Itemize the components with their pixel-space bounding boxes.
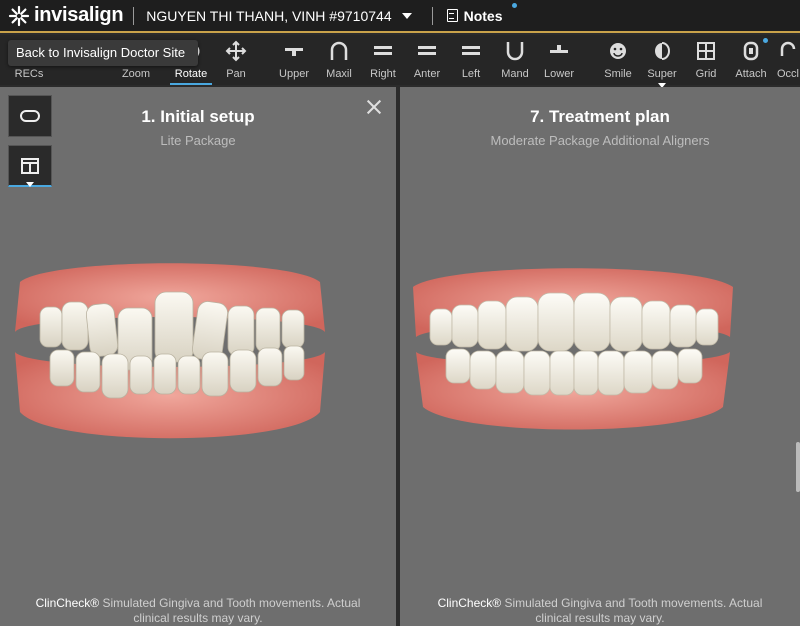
super-icon bbox=[651, 41, 673, 61]
disclaimer-text: Simulated Gingiva and Tooth movements. A… bbox=[99, 596, 361, 625]
lower-icon bbox=[548, 41, 570, 61]
tool-attach[interactable]: Attach bbox=[730, 35, 772, 85]
notification-dot bbox=[511, 2, 517, 8]
attach-icon bbox=[740, 41, 762, 61]
grid-icon bbox=[695, 41, 717, 61]
occlusion-icon bbox=[777, 41, 799, 61]
clincheck-brand: ClinCheck® bbox=[35, 596, 100, 610]
tool-upper[interactable]: Upper bbox=[274, 35, 314, 85]
dental-model-initial[interactable] bbox=[10, 252, 330, 447]
top-bar: invisalign NGUYEN THI THANH, VINH #97107… bbox=[0, 0, 800, 33]
tool-label: Right bbox=[370, 68, 396, 80]
brand-name: invisalign bbox=[34, 4, 124, 26]
tool-label: Rotate bbox=[174, 68, 208, 80]
smile-icon bbox=[607, 41, 629, 61]
invisalign-logo[interactable]: invisalign bbox=[8, 4, 124, 27]
tool-mand[interactable]: Mand bbox=[496, 35, 534, 85]
tool-label: Grid bbox=[695, 68, 717, 80]
dental-model-treatment[interactable] bbox=[408, 257, 738, 442]
patient-name: NGUYEN THI THANH, VINH #9710744 bbox=[146, 7, 392, 24]
disclaimer: ClinCheck® Simulated Gingiva and Tooth m… bbox=[400, 596, 800, 626]
divider bbox=[431, 6, 433, 25]
tool-label: Pan bbox=[226, 68, 246, 80]
notes-button[interactable]: Notes bbox=[446, 2, 517, 24]
tool-label: Lower bbox=[544, 68, 574, 80]
tool-label: Left bbox=[461, 68, 481, 80]
upper-icon bbox=[283, 41, 305, 61]
tool-label: Upper bbox=[279, 68, 309, 80]
pan-icon bbox=[225, 40, 247, 62]
tool-label: Occl bbox=[777, 68, 799, 80]
package-subtitle: Moderate Package Additional Aligners bbox=[490, 133, 710, 148]
mand-icon bbox=[504, 41, 526, 61]
invisalign-star-icon bbox=[8, 5, 30, 26]
tool-grid[interactable]: Grid bbox=[688, 35, 724, 85]
tool-pan[interactable]: Pan bbox=[218, 35, 254, 85]
split-view-icon bbox=[21, 157, 39, 174]
tool-label: Anter bbox=[413, 68, 441, 80]
tool-label: Zoom bbox=[121, 68, 151, 80]
tool-maxil[interactable]: Maxil bbox=[320, 35, 358, 85]
disclaimer-text: Simulated Gingiva and Tooth movements. A… bbox=[501, 596, 763, 625]
right-icon bbox=[372, 41, 394, 61]
tool-occl[interactable]: Occl bbox=[774, 35, 800, 85]
viewport-treatment-plan[interactable]: 7. Treatment plan Moderate Package Addit… bbox=[400, 87, 800, 626]
tool-label: Maxil bbox=[326, 68, 352, 80]
notification-dot bbox=[763, 38, 768, 43]
notes-label: Notes bbox=[463, 7, 503, 24]
tool-label: Mand bbox=[501, 68, 529, 80]
divider bbox=[133, 6, 135, 25]
tool-smile[interactable]: Smile bbox=[598, 35, 638, 85]
tool-left[interactable]: Left bbox=[452, 35, 490, 85]
tool-label: Attach bbox=[735, 68, 767, 80]
disclaimer: ClinCheck® Simulated Gingiva and Tooth m… bbox=[0, 596, 396, 626]
maxil-icon bbox=[328, 41, 350, 61]
scrollbar-thumb[interactable] bbox=[796, 442, 800, 492]
tool-super[interactable]: Super bbox=[642, 35, 682, 88]
chevron-down-icon bbox=[26, 182, 34, 187]
stage-title: 1. Initial setup bbox=[141, 107, 255, 126]
patient-selector[interactable]: NGUYEN THI THANH, VINH #9710744 bbox=[146, 7, 412, 24]
anter-icon bbox=[416, 41, 438, 61]
tool-label: Smile bbox=[604, 68, 632, 80]
tool-anter[interactable]: Anter bbox=[408, 35, 446, 85]
package-subtitle: Lite Package bbox=[160, 133, 236, 148]
viewport-initial-setup[interactable]: 1. Initial setup Lite Package ClinCheck®… bbox=[0, 87, 396, 626]
split-view-button[interactable] bbox=[8, 145, 52, 187]
left-icon bbox=[460, 41, 482, 61]
chevron-down-icon bbox=[401, 12, 412, 19]
close-icon[interactable] bbox=[366, 99, 382, 115]
stage-title: 7. Treatment plan bbox=[530, 107, 670, 126]
notes-icon bbox=[446, 9, 458, 22]
tool-lower[interactable]: Lower bbox=[540, 35, 578, 85]
tool-label: Super bbox=[647, 68, 677, 80]
back-to-doctor-site-tooltip[interactable]: Back to Invisalign Doctor Site bbox=[8, 40, 198, 66]
tool-label: RECs bbox=[14, 68, 44, 80]
clincheck-brand: ClinCheck® bbox=[437, 596, 502, 610]
tool-right[interactable]: Right bbox=[364, 35, 402, 85]
